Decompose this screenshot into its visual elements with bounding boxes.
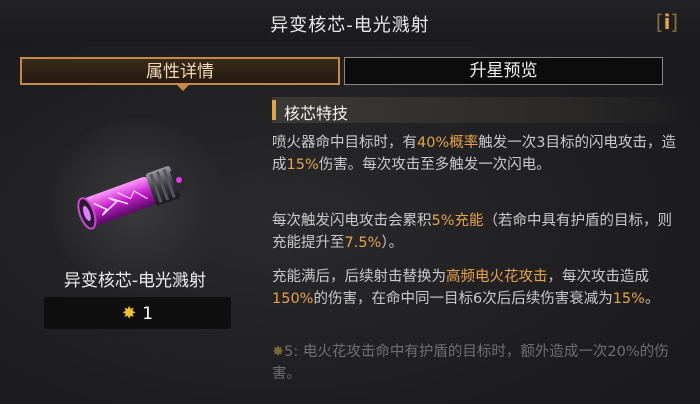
tab-star-upgrade-preview[interactable]: 升星预览	[344, 57, 663, 85]
star-count: 1	[142, 303, 154, 324]
description-paragraph: 喷火器命中目标时，有40%概率触发一次3目标的闪电攻击，造成15%伤害。每次攻击…	[272, 135, 676, 173]
game-panel: 异变核芯-电光溅射 [i] 属性详情 升星预览 异变核芯-电光溅射 ✸ 1 核芯…	[0, 0, 700, 404]
star-level-badge: ✸ 1	[44, 297, 231, 329]
section-accent-bar	[272, 100, 276, 120]
description-paragraph: 每次触发闪电攻击会累积5%充能（若命中具有护盾的目标，则充能提升至7.5%）。	[272, 213, 673, 251]
header-bar: 异变核芯-电光溅射 [i]	[0, 0, 700, 46]
tab-bar: 属性详情 升星预览	[20, 57, 664, 91]
star-icon: ✸	[121, 303, 137, 324]
description-paragraph: 充能满后，后续射击替换为高频电火花攻击，每次攻击造成150%的伤害，在命中同一目…	[272, 269, 660, 307]
plasma-core-canister-icon	[77, 166, 186, 230]
star-icon: ✸	[272, 344, 285, 360]
section-title: 核芯特技	[284, 104, 349, 123]
star-bonus-description: ✸5: 电火花攻击命中有护盾的目标时，额外造成一次20%的伤害。	[272, 344, 669, 382]
active-tab-indicator	[177, 85, 189, 91]
tab-attribute-details[interactable]: 属性详情	[20, 57, 340, 91]
info-button[interactable]: [i]	[654, 9, 680, 35]
item-name: 异变核芯-电光溅射	[63, 271, 207, 291]
page-title: 异变核芯-电光溅射	[270, 15, 430, 36]
section-header: 核芯特技	[272, 97, 692, 123]
